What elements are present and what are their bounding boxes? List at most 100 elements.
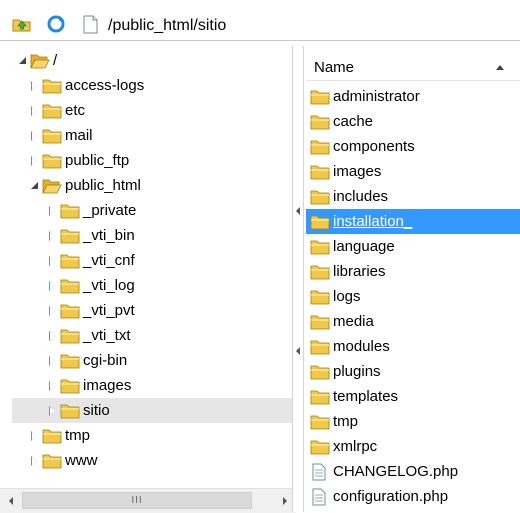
folder-icon bbox=[42, 429, 62, 443]
file-row[interactable]: configuration.php bbox=[306, 484, 520, 509]
file-list[interactable]: Name administrator cache components images i… bbox=[306, 46, 520, 512]
expand-arrow-icon[interactable] bbox=[46, 380, 58, 392]
expand-arrow-icon[interactable] bbox=[28, 130, 40, 142]
folder-icon bbox=[310, 315, 330, 329]
expand-arrow-icon[interactable] bbox=[46, 230, 58, 242]
list-item-label: libraries bbox=[333, 263, 386, 280]
folder-icon bbox=[60, 379, 80, 393]
file-row[interactable]: CHANGELOG.php bbox=[306, 459, 520, 484]
folder-icon bbox=[42, 104, 62, 118]
folder-icon bbox=[310, 265, 330, 279]
list-item-label: components bbox=[333, 138, 415, 155]
list-item-label: tmp bbox=[333, 413, 359, 430]
tree-item[interactable]: public_html bbox=[28, 173, 141, 198]
folder-row[interactable]: plugins bbox=[306, 359, 520, 384]
tree-item[interactable]: www bbox=[28, 448, 98, 473]
expand-arrow-icon[interactable] bbox=[28, 105, 40, 117]
tree-root-label: / bbox=[53, 52, 58, 69]
tree-item[interactable]: _vti_log bbox=[46, 273, 135, 298]
expand-arrow-icon[interactable] bbox=[16, 55, 28, 67]
tree-item[interactable]: sitio bbox=[12, 398, 292, 423]
tree-item[interactable]: _vti_cnf bbox=[46, 248, 135, 273]
list-item-label: configuration.php bbox=[333, 488, 449, 505]
scroll-grip: III bbox=[131, 495, 143, 506]
folder-row[interactable]: administrator bbox=[306, 84, 520, 109]
folder-icon bbox=[60, 279, 80, 293]
tree-item-label: images bbox=[83, 377, 132, 394]
list-item-label: logs bbox=[333, 288, 361, 305]
tree-item[interactable]: images bbox=[46, 373, 131, 398]
expand-arrow-icon[interactable] bbox=[46, 405, 58, 417]
expand-arrow-icon[interactable] bbox=[46, 305, 58, 317]
expand-arrow-icon[interactable] bbox=[46, 205, 58, 217]
tree-item-label: mail bbox=[65, 127, 93, 144]
collapse-arrow-icon[interactable] bbox=[28, 180, 40, 192]
tree-item[interactable]: _vti_pvt bbox=[46, 298, 135, 323]
folder-row[interactable]: cache bbox=[306, 109, 520, 134]
column-header-name[interactable]: Name bbox=[306, 54, 520, 81]
tree-item[interactable]: cgi-bin bbox=[46, 348, 127, 373]
folder-row[interactable]: media bbox=[306, 309, 520, 334]
folder-row[interactable]: logs bbox=[306, 284, 520, 309]
expand-arrow-icon[interactable] bbox=[28, 430, 40, 442]
tree-item-label: tmp bbox=[65, 427, 91, 444]
toolbar: /public_html/sitio bbox=[0, 0, 520, 46]
file-icon bbox=[80, 14, 100, 34]
folder-row[interactable]: xmlrpc bbox=[306, 434, 520, 459]
refresh-icon[interactable] bbox=[46, 14, 66, 34]
expand-arrow-icon[interactable] bbox=[28, 155, 40, 167]
folder-icon bbox=[60, 204, 80, 218]
expand-arrow-icon[interactable] bbox=[46, 355, 58, 367]
tree-item[interactable]: _vti_bin bbox=[46, 223, 135, 248]
expand-arrow-icon[interactable] bbox=[28, 455, 40, 467]
tree-item[interactable]: _vti_txt bbox=[46, 323, 131, 348]
horizontal-scrollbar[interactable]: III bbox=[0, 488, 296, 513]
tree-item[interactable]: etc bbox=[28, 98, 85, 123]
tree-item-label: etc bbox=[65, 102, 86, 119]
open-folder-icon bbox=[42, 179, 62, 193]
list-item-label: modules bbox=[333, 338, 390, 355]
expand-arrow-icon[interactable] bbox=[46, 330, 58, 342]
folder-row[interactable]: images bbox=[306, 159, 520, 184]
up-folder-icon[interactable] bbox=[12, 14, 32, 34]
tree-item[interactable]: access-logs bbox=[28, 73, 144, 98]
collapse-arrow-icon[interactable] bbox=[296, 207, 300, 215]
folder-icon bbox=[42, 129, 62, 143]
folder-icon bbox=[310, 140, 330, 154]
scroll-left-button[interactable] bbox=[0, 489, 22, 513]
list-item-label: cache bbox=[333, 113, 374, 130]
tree-item-label: _vti_pvt bbox=[83, 302, 135, 319]
folder-tree[interactable]: / access-logs etc mail public_ftp public_htm… bbox=[0, 46, 296, 512]
file-icon bbox=[312, 463, 326, 480]
tree-item[interactable]: mail bbox=[28, 123, 93, 148]
list-item-label: includes bbox=[333, 188, 389, 205]
folder-icon bbox=[310, 290, 330, 304]
folder-row[interactable]: installation_ bbox=[306, 209, 520, 234]
folder-icon bbox=[60, 304, 80, 318]
folder-row[interactable]: modules bbox=[306, 334, 520, 359]
folder-row[interactable]: tmp bbox=[306, 409, 520, 434]
list-item-label: installation_ bbox=[333, 213, 413, 230]
folder-row[interactable]: language bbox=[306, 234, 520, 259]
expand-arrow-icon[interactable] bbox=[46, 255, 58, 267]
folder-row[interactable]: libraries bbox=[306, 259, 520, 284]
list-item-label: language bbox=[333, 238, 395, 255]
tree-item[interactable]: public_ftp bbox=[28, 148, 129, 173]
list-item-label: administrator bbox=[333, 88, 420, 105]
tree-item-label: public_html bbox=[65, 177, 141, 194]
tree-root[interactable]: / bbox=[16, 48, 57, 73]
folder-row[interactable]: includes bbox=[306, 184, 520, 209]
tree-item[interactable]: tmp bbox=[28, 423, 90, 448]
collapse-arrow-icon[interactable] bbox=[296, 347, 300, 355]
folder-icon bbox=[60, 354, 80, 368]
tree-item[interactable]: _private bbox=[46, 198, 136, 223]
tree-item-label: _vti_log bbox=[83, 277, 135, 294]
folder-icon bbox=[60, 404, 80, 418]
folder-row[interactable]: templates bbox=[306, 384, 520, 409]
expand-arrow-icon[interactable] bbox=[46, 280, 58, 292]
folder-row[interactable]: components bbox=[306, 134, 520, 159]
expand-arrow-icon[interactable] bbox=[28, 80, 40, 92]
scroll-thumb[interactable]: III bbox=[22, 492, 252, 509]
folder-icon bbox=[310, 215, 330, 229]
folder-icon bbox=[42, 454, 62, 468]
